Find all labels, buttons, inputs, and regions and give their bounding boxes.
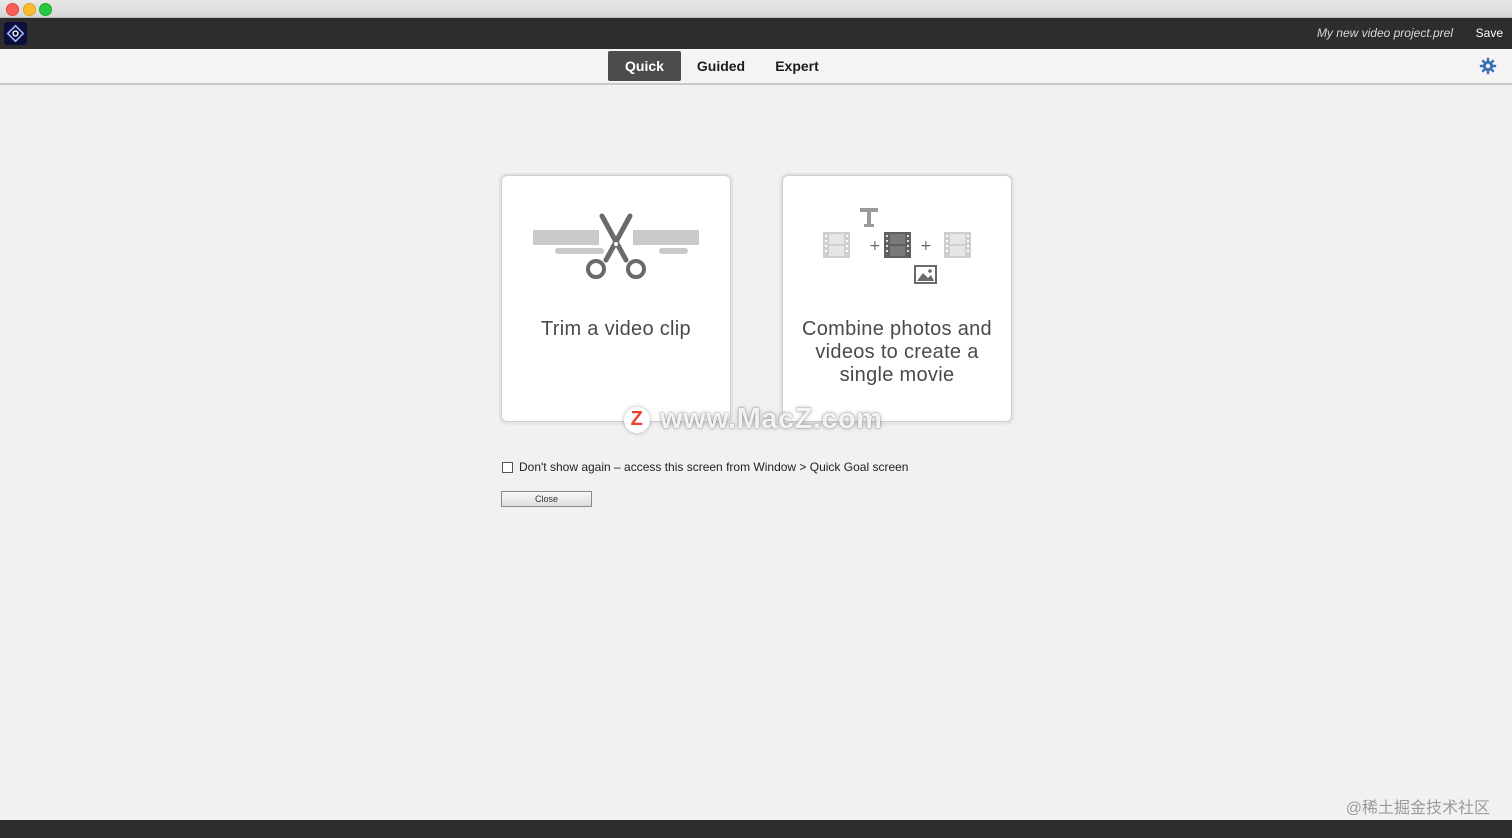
watermark: Z www.MacZ.com — [624, 403, 882, 436]
tab-quick[interactable]: Quick — [608, 51, 681, 81]
scissors-icon — [533, 213, 699, 279]
close-window-button[interactable] — [6, 3, 19, 16]
film-clip-icon — [944, 232, 971, 258]
dont-show-again-row: Don't show again – access this screen fr… — [502, 460, 908, 474]
premiere-elements-logo-icon — [4, 22, 27, 45]
save-button[interactable]: Save — [1476, 26, 1503, 40]
svg-text:+: + — [869, 238, 881, 254]
film-clip-icon — [884, 232, 911, 258]
svg-text:+: + — [920, 238, 932, 254]
app-header: My new video project.prel Save — [0, 18, 1512, 49]
source-credit: @稀土掘金技术社区 — [1345, 800, 1490, 817]
photo-icon — [914, 265, 937, 284]
film-clip-icon — [823, 232, 850, 258]
close-button[interactable]: Close — [501, 491, 592, 507]
dont-show-again-label[interactable]: Don't show again – access this screen fr… — [519, 460, 908, 474]
title-bar — [0, 0, 1512, 18]
bottom-bar — [0, 820, 1512, 838]
text-title-icon — [860, 208, 878, 227]
project-name: My new video project.prel — [1316, 26, 1453, 40]
mode-tab-bar: Quick Guided Expert — [0, 49, 1512, 85]
trim-card-label: Trim a video clip — [541, 318, 691, 340]
dont-show-again-checkbox[interactable] — [502, 461, 513, 473]
zoom-window-button[interactable] — [39, 3, 52, 16]
combine-media-card[interactable]: + + Combine photos and videos to create … — [782, 175, 1012, 422]
gear-icon[interactable] — [1479, 57, 1497, 75]
combine-card-label: Combine photos and videos to create a si… — [802, 318, 992, 386]
app-window: My new video project.prel Save Quick Gui… — [0, 0, 1512, 838]
watermark-logo-icon: Z — [624, 406, 650, 433]
tab-expert[interactable]: Expert — [760, 51, 834, 81]
trim-video-card[interactable]: Trim a video clip — [501, 175, 731, 422]
tab-guided[interactable]: Guided — [684, 51, 758, 81]
combine-media-icon: + + — [823, 208, 971, 284]
watermark-text: www.MacZ.com — [660, 403, 883, 435]
minimize-window-button[interactable] — [23, 3, 36, 16]
